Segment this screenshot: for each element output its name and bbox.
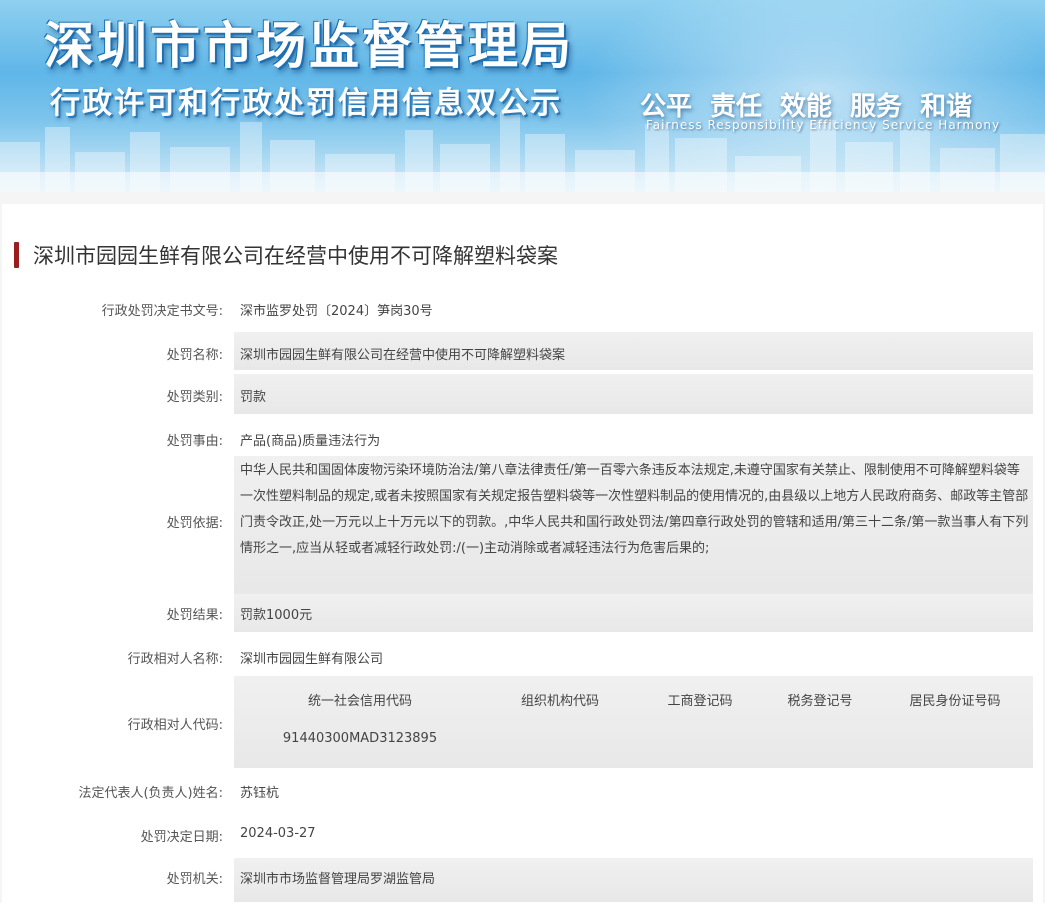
row-party-name: 行政相对人名称: 深圳市园园生鲜有限公司 <box>2 640 1043 676</box>
code-header: 统一社会信用代码 <box>307 694 412 709</box>
penalty-basis-label: 处罚依据: <box>166 516 223 531</box>
row-doc-no: 行政处罚决定书文号: 深市监罗处罚〔2024〕笋岗30号 <box>2 292 1043 322</box>
row-penalty-basis: 处罚依据: 中华人民共和国固体废物污染环境防治法/第八章法律责任/第一百零六条违… <box>2 456 1043 594</box>
row-penalty-result: 处罚结果: 罚款1000元 <box>2 594 1043 632</box>
code-values: 91440300MAD3123895 <box>240 731 1030 746</box>
site-subtitle: 行政许可和行政处罚信用信息双公示 <box>50 86 562 121</box>
row-penalty-category: 处罚类别: 罚款 <box>2 374 1043 414</box>
penalty-name-label: 处罚名称: <box>166 348 223 363</box>
penalty-reason-label: 处罚事由: <box>166 434 223 449</box>
row-legal-rep: 法定代表人(负责人)姓名: 苏钰杭 <box>2 776 1043 812</box>
code-value <box>480 731 640 746</box>
code-value: 91440300MAD3123895 <box>282 731 438 746</box>
content-area: 深圳市园园生鲜有限公司在经营中使用不可降解塑料袋案 行政处罚决定书文号: 深市监… <box>0 192 1045 915</box>
penalty-result-label: 处罚结果: <box>166 608 223 623</box>
site-title: 深圳市市场监督管理局 <box>44 17 574 75</box>
row-party-code: 行政相对人代码: 统一社会信用代码 组织机构代码 工商登记码 税务登记号 居民身… <box>2 676 1043 768</box>
doc-no-label: 行政处罚决定书文号: <box>101 304 223 319</box>
case-title: 深圳市园园生鲜有限公司在经营中使用不可降解塑料袋案 <box>14 240 558 270</box>
code-headers: 统一社会信用代码 组织机构代码 工商登记码 税务登记号 居民身份证号码 <box>240 690 1030 709</box>
case-card: 深圳市园园生鲜有限公司在经营中使用不可降解塑料袋案 行政处罚决定书文号: 深市监… <box>2 204 1043 915</box>
penalty-category-value: 罚款 <box>240 390 267 405</box>
penalty-category-label: 处罚类别: <box>166 390 223 405</box>
party-code-label: 行政相对人代码: <box>127 718 223 733</box>
penalty-name-value: 深圳市园园生鲜有限公司在经营中使用不可降解塑料袋案 <box>240 348 566 363</box>
code-value <box>760 731 880 746</box>
legal-rep-value: 苏钰杭 <box>240 786 280 801</box>
code-value <box>640 731 760 746</box>
code-value <box>880 731 1030 746</box>
code-header: 工商登记码 <box>667 694 733 709</box>
header-banner: 深圳市市场监督管理局 行政许可和行政处罚信用信息双公示 公平 责任 效能 服务 … <box>0 0 1045 192</box>
slogan-english: Fairness Responsibility Efficiency Servi… <box>646 118 1001 132</box>
penalty-basis-value: 中华人民共和国固体废物污染环境防治法/第八章法律责任/第一百零六条违反本法规定,… <box>240 463 1029 556</box>
row-decision-date: 处罚决定日期: 2024-03-27 <box>2 818 1043 854</box>
code-header: 居民身份证号码 <box>909 694 1001 709</box>
authority-label: 处罚机关: <box>166 872 223 887</box>
code-table: 统一社会信用代码 组织机构代码 工商登记码 税务登记号 居民身份证号码 9144… <box>240 690 1030 746</box>
legal-rep-label: 法定代表人(负责人)姓名: <box>78 786 223 801</box>
title-accent-bar <box>14 242 19 268</box>
decision-date-label: 处罚决定日期: <box>140 830 223 845</box>
decision-date-value: 2024-03-27 <box>240 826 316 841</box>
penalty-result-value: 罚款1000元 <box>240 608 313 623</box>
case-title-text: 深圳市园园生鲜有限公司在经营中使用不可降解塑料袋案 <box>33 244 558 268</box>
code-header: 组织机构代码 <box>520 694 599 709</box>
code-header: 税务登记号 <box>787 694 853 709</box>
penalty-reason-value: 产品(商品)质量违法行为 <box>240 434 381 449</box>
row-authority: 处罚机关: 深圳市市场监督管理局罗湖监管局 <box>2 858 1043 902</box>
authority-value: 深圳市市场监督管理局罗湖监管局 <box>240 872 436 887</box>
row-penalty-reason: 处罚事由: 产品(商品)质量违法行为 <box>2 418 1043 456</box>
doc-no-value: 深市监罗处罚〔2024〕笋岗30号 <box>240 304 433 319</box>
party-name-label: 行政相对人名称: <box>127 652 223 667</box>
party-name-value: 深圳市园园生鲜有限公司 <box>240 652 384 667</box>
row-penalty-name: 处罚名称: 深圳市园园生鲜有限公司在经营中使用不可降解塑料袋案 <box>2 332 1043 370</box>
